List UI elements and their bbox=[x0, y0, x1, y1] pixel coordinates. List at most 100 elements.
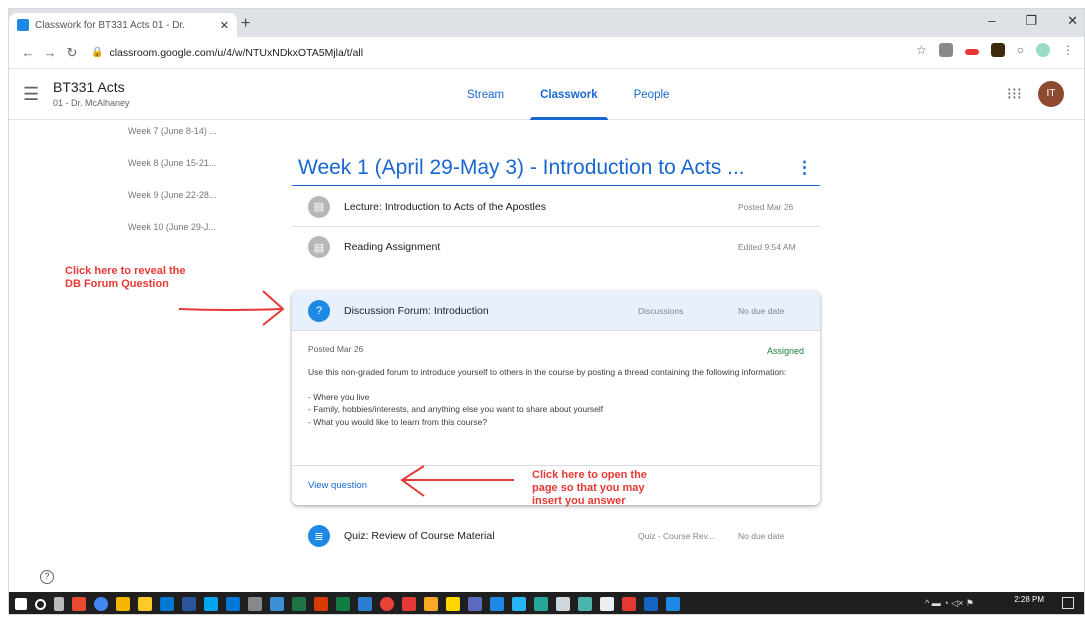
chrome-menu-icon[interactable]: ⋮ bbox=[1062, 43, 1074, 57]
acrobat-icon[interactable] bbox=[402, 597, 416, 611]
taskbar-app-icon[interactable] bbox=[534, 597, 548, 611]
taskbar-app-icon[interactable] bbox=[424, 597, 438, 611]
discussion-description: Use this non-graded forum to introduce y… bbox=[308, 366, 787, 427]
taskbar-app-icon[interactable] bbox=[116, 597, 130, 611]
new-tab-icon[interactable]: + bbox=[241, 15, 250, 33]
calculator-icon[interactable] bbox=[556, 597, 570, 611]
list-item[interactable]: ≣ Quiz: Review of Course Material Quiz -… bbox=[292, 516, 820, 556]
more-options-icon[interactable]: ⋮ bbox=[796, 158, 813, 178]
extension-icon[interactable] bbox=[990, 43, 1005, 57]
taskbar-app-icon[interactable] bbox=[644, 597, 658, 611]
url-text: classroom.google.com/u/4/w/NTUxNDkxOTA5M… bbox=[109, 46, 364, 59]
taskbar-app-icon[interactable] bbox=[204, 597, 218, 611]
apps-grid-icon[interactable]: ⁝⁝⁝ bbox=[1007, 84, 1022, 104]
topic-item[interactable]: Week 9 (June 22-28... bbox=[128, 190, 217, 222]
class-name[interactable]: BT331 Acts bbox=[53, 79, 125, 95]
powerpoint-icon[interactable] bbox=[314, 597, 328, 611]
address-bar: ← → ↻ 🔒 classroom.google.com/u/4/w/NTUxN… bbox=[9, 37, 1084, 69]
system-tray[interactable]: ^ ▬ ◔ ◁× ⚑ bbox=[925, 598, 974, 609]
annotation-reveal: Click here to reveal the DB Forum Questi… bbox=[65, 265, 186, 290]
hamburger-menu-icon[interactable]: ☰ bbox=[23, 84, 39, 105]
windows-taskbar: ^ ▬ ◔ ◁× ⚑ 2:28 PM bbox=[9, 592, 1084, 614]
taskbar-app-icon[interactable] bbox=[622, 597, 636, 611]
taskbar-app-icon[interactable] bbox=[72, 597, 86, 611]
task-view-icon[interactable] bbox=[54, 597, 64, 611]
view-question-link[interactable]: View question bbox=[308, 480, 367, 491]
mail-icon[interactable] bbox=[160, 597, 174, 611]
classroom-favicon-icon bbox=[17, 19, 29, 31]
clock-time: 2:28 PM bbox=[1014, 595, 1044, 604]
word-icon[interactable] bbox=[182, 597, 196, 611]
restore-icon[interactable]: ❐ bbox=[1025, 13, 1037, 29]
annotation-arrow bbox=[178, 290, 285, 326]
taskbar-app-icon[interactable] bbox=[512, 597, 526, 611]
class-tabs: Stream Classwork People bbox=[449, 70, 687, 120]
item-title: Discussion Forum: Introduction bbox=[344, 304, 489, 317]
file-explorer-icon[interactable] bbox=[138, 597, 152, 611]
list-item[interactable]: ▤ Lecture: Introduction to Acts of the A… bbox=[292, 187, 820, 227]
tab-classwork[interactable]: Classwork bbox=[522, 70, 616, 120]
taskbar-app-icon[interactable] bbox=[248, 597, 262, 611]
annotation-open: Click here to open the page so that you … bbox=[532, 469, 647, 507]
taskbar-app-icon[interactable] bbox=[490, 597, 504, 611]
excel-icon[interactable] bbox=[292, 597, 306, 611]
taskbar-app-icon[interactable] bbox=[380, 597, 394, 611]
chrome-icon[interactable] bbox=[94, 597, 108, 611]
list-item[interactable]: ▤ Reading Assignment Edited 9:54 AM bbox=[292, 227, 820, 267]
taskbar-app-icon[interactable] bbox=[226, 597, 240, 611]
item-date: Edited 9:54 AM bbox=[738, 242, 796, 252]
url-field[interactable]: 🔒 classroom.google.com/u/4/w/NTUxNDkxOTA… bbox=[91, 47, 363, 59]
posted-date: Posted Mar 26 bbox=[308, 344, 364, 354]
assignment-icon: ≣ bbox=[308, 525, 330, 547]
window-controls: – ❐ ✕ bbox=[988, 13, 1078, 29]
screenshot-frame: Classwork for BT331 Acts 01 - Dr. ✕ + – … bbox=[8, 8, 1085, 615]
taskbar-app-icon[interactable] bbox=[358, 597, 372, 611]
reload-icon[interactable]: ↻ bbox=[61, 45, 83, 61]
tab-stream[interactable]: Stream bbox=[449, 70, 522, 120]
forward-icon[interactable]: → bbox=[39, 45, 61, 60]
topic-item[interactable]: Week 10 (June 29-J... bbox=[128, 222, 217, 254]
bookmark-star-icon[interactable]: ☆ bbox=[916, 43, 927, 57]
extension-icon[interactable] bbox=[964, 49, 979, 55]
class-section: 01 - Dr. McAlhaney bbox=[53, 98, 130, 108]
start-icon[interactable] bbox=[15, 598, 27, 610]
taskbar-app-icon[interactable] bbox=[666, 597, 680, 611]
close-tab-icon[interactable]: ✕ bbox=[220, 19, 229, 32]
tab-people[interactable]: People bbox=[616, 70, 688, 120]
taskbar-app-icon[interactable] bbox=[270, 597, 284, 611]
topic-list: Week 7 (June 8-14) ... Week 8 (June 15-2… bbox=[128, 126, 217, 254]
close-window-icon[interactable]: ✕ bbox=[1067, 13, 1078, 29]
help-icon[interactable]: ? bbox=[40, 570, 54, 584]
discussion-header[interactable]: ? Discussion Forum: Introduction Discuss… bbox=[292, 291, 820, 331]
taskbar-app-icon[interactable] bbox=[600, 597, 614, 611]
avatar[interactable]: IT bbox=[1038, 81, 1064, 107]
lock-icon: 🔒 bbox=[91, 47, 104, 58]
item-due: No due date bbox=[738, 531, 785, 541]
minimize-icon[interactable]: – bbox=[988, 13, 995, 29]
taskbar-app-icon[interactable] bbox=[578, 597, 592, 611]
tab-title: Classwork for BT331 Acts 01 - Dr. bbox=[35, 19, 186, 31]
item-category: Discussions bbox=[638, 305, 684, 316]
back-icon[interactable]: ← bbox=[17, 45, 39, 60]
status-badge: Assigned bbox=[766, 346, 804, 356]
topic-item[interactable]: Week 7 (June 8-14) ... bbox=[128, 126, 217, 158]
week-title: Week 1 (April 29-May 3) - Introduction t… bbox=[298, 156, 745, 179]
topic-item[interactable]: Week 8 (June 15-21... bbox=[128, 158, 217, 190]
profile-icon[interactable] bbox=[1036, 43, 1050, 57]
taskbar-app-icon[interactable] bbox=[336, 597, 350, 611]
item-title: Reading Assignment bbox=[344, 241, 441, 253]
taskbar-app-icon[interactable] bbox=[468, 597, 482, 611]
item-title: Quiz: Review of Course Material bbox=[344, 530, 495, 542]
clock[interactable]: 2:28 PM bbox=[1014, 595, 1044, 604]
item-date: Posted Mar 26 bbox=[738, 201, 794, 212]
browser-tab-bar: Classwork for BT331 Acts 01 - Dr. ✕ + – … bbox=[9, 9, 1084, 37]
extension-icon[interactable]: ○ bbox=[1017, 43, 1024, 57]
item-title: Lecture: Introduction to Acts of the Apo… bbox=[344, 200, 546, 213]
browser-tab[interactable]: Classwork for BT331 Acts 01 - Dr. ✕ bbox=[9, 13, 237, 37]
notifications-icon[interactable] bbox=[1062, 597, 1074, 609]
taskbar-app-icon[interactable] bbox=[446, 597, 460, 611]
extension-icon[interactable] bbox=[938, 43, 953, 57]
item-category: Quiz - Course Rev... bbox=[638, 531, 715, 541]
extensions-area: ☆ ○ ⋮ bbox=[916, 43, 1074, 57]
search-icon[interactable] bbox=[35, 598, 46, 610]
